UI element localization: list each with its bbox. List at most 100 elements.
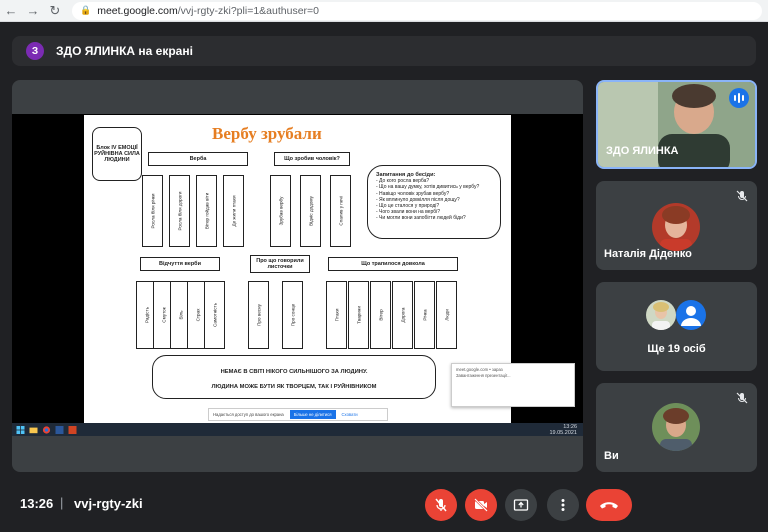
powerpoint-icon[interactable] [68, 425, 77, 434]
notification-text: Завантаження презентації... [456, 372, 511, 378]
present-now-button[interactable] [505, 489, 537, 521]
lock-icon: 🔒 [80, 5, 92, 15]
hide-share-bar-button[interactable]: Сховати [342, 412, 358, 417]
camera-off-icon [474, 498, 488, 512]
man-column: Спалив у печі [330, 175, 351, 247]
call-end-icon [600, 502, 618, 509]
presentation-slide: Вербу зрубали Блок IV ЕМОЦІЇ РУЙНІВНА СИ… [84, 115, 575, 423]
presenter-banner: З ЗДО ЯЛИНКА на екрані [12, 36, 756, 66]
verba-column: Вітер гойдав віти [196, 175, 217, 247]
notification-popup[interactable]: meet.google.com • зараз Завантаження пре… [451, 363, 575, 407]
url-path: /vvj-rgty-zki?pli=1&authuser=0 [177, 4, 319, 17]
slide-man-header: Що зробив чоловік? [274, 152, 350, 166]
conclusion-line-2: ЛЮДИНА МОЖЕ БУТИ ЯК ТВОРЦЕМ, ТАК І РУЙНІ… [211, 384, 377, 390]
env-column-label: Птахи [334, 308, 339, 322]
env-column-label: Тварини [356, 306, 361, 324]
leaves-column-label: Про сонце [290, 303, 295, 327]
mic-off-icon [736, 392, 748, 404]
env-column: Вітер [370, 281, 391, 349]
env-column-label: Річка [422, 309, 427, 321]
env-column: Річка [414, 281, 435, 349]
group-avatar-2-icon [676, 300, 706, 330]
taskbar-date: 19.05.2021 [549, 429, 577, 436]
windows-taskbar: 13:26 19.05.2021 [12, 423, 583, 436]
slide-conclusion: НЕМАЄ В СВІТІ НІКОГО СИЛЬНІШОГО ЗА ЛЮДИН… [152, 355, 436, 399]
more-options-button[interactable] [547, 489, 579, 521]
env-column-label: Вітер [378, 309, 383, 321]
meeting-code: vvj-rgty-zki [74, 496, 143, 511]
question-item: - Чи могли вони запобігти людей біди? [376, 215, 466, 222]
verba-column-label: Росла біля річки [150, 193, 155, 229]
main-stage: Вербу зрубали Блок IV ЕМОЦІЇ РУЙНІВНА СИ… [12, 80, 583, 472]
presenter-avatar: З [26, 42, 44, 60]
question-item: - Що на вашу думку, хотів дивитись у вер… [376, 184, 480, 191]
participant-tile-self[interactable]: Ви [596, 383, 757, 472]
share-bar-text: Надається доступ до вашого екрана [213, 412, 284, 417]
feel-column: Самотність [204, 281, 225, 349]
shared-screen: Вербу зрубали Блок IV ЕМОЦІЇ РУЙНІВНА СИ… [12, 114, 583, 436]
man-column-label: Спалив у печі [338, 196, 343, 226]
back-icon[interactable]: ← [0, 0, 22, 22]
self-avatar [652, 403, 700, 451]
leave-call-button[interactable] [586, 489, 632, 521]
slide-leaves-header: Про що говорили листочки [250, 255, 310, 273]
mic-off-icon [736, 190, 748, 202]
toggle-camera-button[interactable] [465, 489, 497, 521]
more-vert-icon [561, 499, 565, 511]
conclusion-line-1: НЕМАЄ В СВІТІ НІКОГО СИЛЬНІШОГО ЗА ЛЮДИН… [220, 369, 368, 375]
reload-icon[interactable]: ↻ [44, 0, 66, 22]
participant-tile-others[interactable]: Ще 19 осіб [596, 282, 757, 371]
questions-list: - До кого росла верба? - Що на вашу думку… [376, 178, 492, 221]
participant-name: ЗДО ЯЛИНКА [606, 145, 679, 157]
verba-column: Росла біля дороги [169, 175, 190, 247]
meeting-separator: | [60, 495, 64, 510]
leaves-column-label: Про весну [256, 304, 261, 326]
slide-verba-header: Верба [148, 152, 248, 166]
present-icon [513, 499, 529, 511]
windows-start-icon[interactable] [16, 425, 25, 434]
natalia-avatar [652, 203, 700, 251]
url-host: meet.google.com [97, 4, 178, 17]
chrome-icon[interactable] [42, 425, 51, 434]
more-participants-label: Ще 19 осіб [647, 343, 706, 355]
forward-icon[interactable]: → [22, 0, 44, 22]
participant-name: Наталія Діденко [604, 248, 692, 260]
verba-column-label: Де жили птахи [231, 195, 236, 227]
address-bar[interactable]: 🔒 meet.google.com /vvj-rgty-zki?pli=1&au… [72, 1, 762, 20]
participant-tile-presenter[interactable]: ЗДО ЯЛИНКА [596, 80, 757, 169]
leaves-column: Про весну [248, 281, 269, 349]
env-column: Люди [436, 281, 457, 349]
man-column: Відніс додому [300, 175, 321, 247]
slide-block-label: Блок IV ЕМОЦІЇ РУЙНІВНА СИЛА ЛЮДИНИ [92, 127, 142, 181]
man-column-label: Відніс додому [308, 196, 313, 226]
slide-title: Вербу зрубали [212, 124, 322, 143]
toggle-mic-button[interactable] [425, 489, 457, 521]
word-icon[interactable] [55, 425, 64, 434]
slide-feel-header: Відчуття верби [140, 257, 220, 271]
participant-tile-natalia[interactable]: Наталія Діденко [596, 181, 757, 270]
file-explorer-icon[interactable] [29, 426, 38, 434]
presenter-banner-text: ЗДО ЯЛИНКА на екрані [56, 44, 193, 58]
participant-name: Ви [604, 450, 619, 462]
env-column-label: Дорога [400, 307, 405, 323]
feel-column-label: Смуток [161, 307, 166, 323]
verba-column-label: Вітер гойдав віти [204, 192, 209, 230]
meeting-controls-bar: 13:26 | vvj-rgty-zki [0, 480, 768, 532]
verba-column-label: Росла біля дороги [177, 191, 182, 231]
slide-env-header: Що трапилося довкола [328, 257, 458, 271]
env-column: Птахи [326, 281, 347, 349]
meeting-time: 13:26 [20, 496, 54, 511]
browser-toolbar: ← → ↻ 🔒 meet.google.com /vvj-rgty-zki?pl… [0, 0, 768, 22]
leaves-column: Про сонце [282, 281, 303, 349]
env-column-label: Люди [444, 309, 449, 321]
stop-sharing-button[interactable]: Більше не ділитися [289, 410, 336, 419]
speaking-indicator-icon [729, 88, 749, 108]
env-column: Тварини [348, 281, 369, 349]
feel-column-label: Страх [195, 308, 200, 322]
feel-column-label: Радість [144, 307, 149, 323]
feel-column-label: Самотність [212, 303, 217, 327]
slide-questions: Запитання до бесіди: - До кого росла вер… [367, 165, 501, 239]
verba-column: Росла біля річки [142, 175, 163, 247]
man-column: Зрубав вербу [270, 175, 291, 247]
taskbar-clock: 13:26 19.05.2021 [549, 424, 577, 436]
